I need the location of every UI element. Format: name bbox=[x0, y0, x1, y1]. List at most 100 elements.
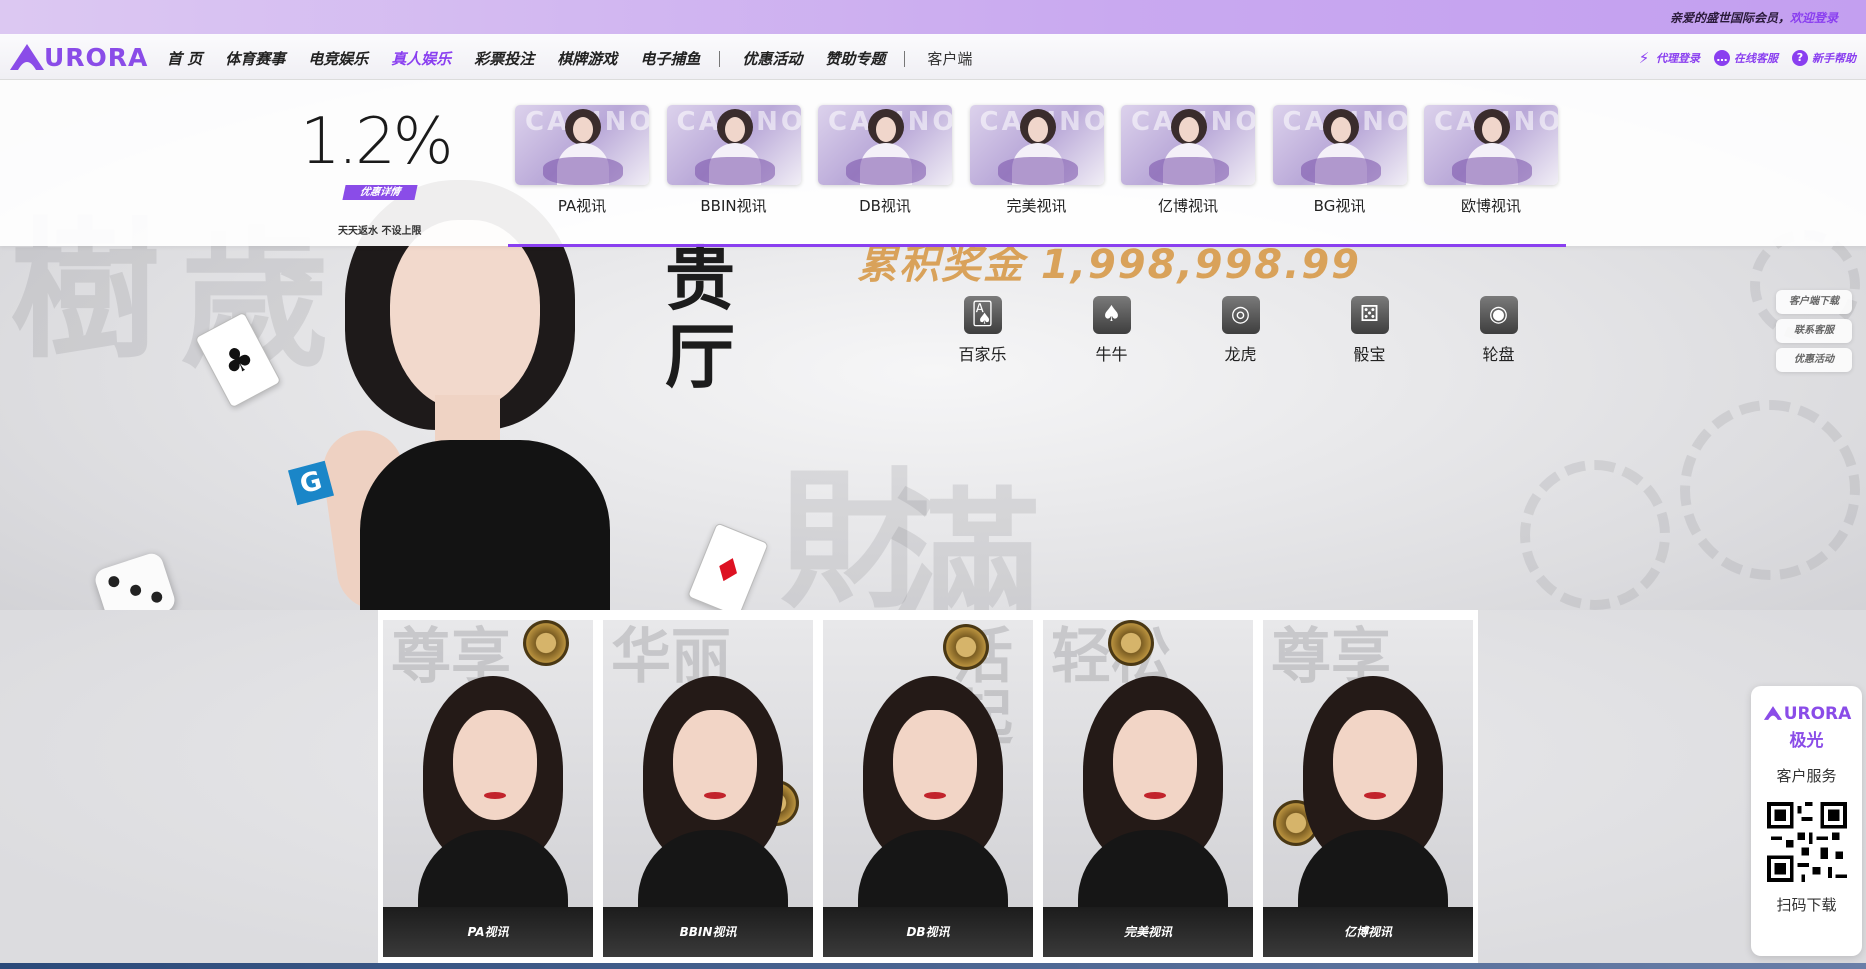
provider-wanmei[interactable]: CASINO 完美视讯 bbox=[969, 105, 1104, 216]
chat-icon: … bbox=[1714, 50, 1730, 66]
dropdown-underline bbox=[508, 244, 1566, 247]
tile-pa[interactable]: 尊享 PA视讯 bbox=[383, 620, 593, 957]
aurora-logo-icon bbox=[1763, 706, 1782, 720]
gold-chip-image bbox=[523, 620, 569, 666]
nav-item-lottery[interactable]: 彩票投注 bbox=[474, 48, 534, 69]
agent-login-link[interactable]: ⚡ 代理登录 bbox=[1636, 50, 1700, 66]
playing-card-diamond: ♦ bbox=[687, 522, 769, 610]
service-brand-text: URORA bbox=[1783, 704, 1852, 724]
service-brand-cn: 极光 bbox=[1789, 731, 1824, 751]
aurora-logo-icon bbox=[10, 44, 44, 70]
agent-login-label: 代理登录 bbox=[1656, 52, 1700, 65]
contact-support-button[interactable]: 联系客服 bbox=[1776, 319, 1852, 343]
welcome-prefix: 亲爱的盛世国际会员， bbox=[1669, 11, 1790, 25]
online-support-link[interactable]: … 在线客服 bbox=[1714, 50, 1778, 66]
rebate-percent: 1.2% bbox=[300, 105, 454, 179]
gold-chip-image bbox=[1108, 620, 1154, 666]
provider-thumbnail: CASINO bbox=[1272, 105, 1407, 185]
spade-icon: ♠ bbox=[1092, 296, 1131, 334]
provider-bg[interactable]: CASINO BG视讯 bbox=[1272, 105, 1407, 216]
hero-tagline-char: 贵 bbox=[665, 237, 735, 320]
roulette-icon: ◉ bbox=[1479, 296, 1518, 334]
nav-right-links: ⚡ 代理登录 … 在线客服 ? 新手帮助 bbox=[1622, 50, 1856, 66]
provider-thumbnail: CASINO bbox=[515, 105, 649, 185]
tile-db[interactable]: 活起 DB视讯 bbox=[823, 620, 1033, 957]
provider-label: 亿博视讯 bbox=[1157, 197, 1218, 215]
provider-thumbnail: CASINO bbox=[969, 105, 1104, 185]
nav-item-promotions[interactable]: 优惠活动 bbox=[742, 48, 802, 69]
game-label: 轮盘 bbox=[1482, 345, 1515, 364]
game-niuniu[interactable]: ♠ 牛牛 bbox=[1047, 296, 1176, 365]
provider-list: CASINO PA视讯 CASINO BBIN视讯 CASINO DB视讯 CA… bbox=[515, 105, 1576, 216]
nav-item-live-casino[interactable]: 真人娱乐 bbox=[391, 48, 451, 69]
provider-label: 完美视讯 bbox=[1006, 197, 1067, 215]
game-label: 百家乐 bbox=[958, 345, 1007, 364]
nav-item-home[interactable]: 首 页 bbox=[167, 48, 202, 69]
rebate-promo: 1.2% 优惠详情 天天返水 不设上限 bbox=[300, 105, 470, 237]
gold-chip-image bbox=[943, 624, 989, 670]
tile-label: 完美视讯 bbox=[1043, 907, 1253, 957]
welcome-text: 亲爱的盛世国际会员，欢迎登录 bbox=[1670, 9, 1838, 26]
nav-item-fishing[interactable]: 电子捕鱼 bbox=[640, 48, 700, 69]
nav-item-client[interactable]: 客户端 bbox=[927, 48, 972, 69]
logo-text: URORA bbox=[44, 42, 149, 72]
live-casino-dropdown: 1.2% 优惠详情 天天返水 不设上限 CASINO PA视讯 CASINO B… bbox=[0, 80, 1866, 246]
hero-tagline: 贵 厅 bbox=[665, 240, 735, 396]
game-roulette[interactable]: ◉ 轮盘 bbox=[1434, 296, 1563, 365]
background-chip bbox=[1520, 460, 1670, 610]
provider-label: PA视讯 bbox=[557, 197, 607, 215]
background-calligraphy: 滿 bbox=[890, 473, 1041, 610]
login-link[interactable]: 欢迎登录 bbox=[1790, 11, 1838, 25]
provider-pa[interactable]: CASINO PA视讯 bbox=[515, 105, 649, 216]
provider-tiles: 尊享 PA视讯 华丽 BBIN视讯 活起 DB视讯 轻松 完美视讯 尊享 亿博视… bbox=[383, 620, 1483, 957]
provider-db[interactable]: CASINO DB视讯 bbox=[818, 105, 952, 216]
nav-divider bbox=[904, 50, 906, 67]
help-label: 新手帮助 bbox=[1812, 52, 1856, 65]
provider-bbin[interactable]: CASINO BBIN视讯 bbox=[666, 105, 801, 216]
tile-label: BBIN视讯 bbox=[603, 907, 813, 957]
promo-details-button[interactable]: 优惠详情 bbox=[342, 185, 418, 200]
tile-yibo[interactable]: 尊享 亿博视讯 bbox=[1263, 620, 1473, 957]
game-label: 牛牛 bbox=[1095, 345, 1128, 364]
dice-image bbox=[92, 550, 178, 610]
game-label: 骰宝 bbox=[1353, 345, 1386, 364]
customer-service-widget[interactable]: URORA 极光 客户服务 扫码下载 bbox=[1751, 686, 1862, 956]
cards-icon: 🂡 bbox=[963, 296, 1002, 334]
provider-label: 欧博视讯 bbox=[1460, 197, 1521, 215]
game-baccarat[interactable]: 🂡 百家乐 bbox=[918, 296, 1047, 365]
rebate-description: 天天返水 不设上限 bbox=[338, 226, 422, 237]
provider-thumbnail: CASINO bbox=[1121, 105, 1255, 185]
main-nav: 首 页 体育赛事 电竞娱乐 真人娱乐 彩票投注 棋牌游戏 电子捕鱼 优惠活动 赞… bbox=[167, 48, 995, 69]
nav-item-esports[interactable]: 电竞娱乐 bbox=[308, 48, 368, 69]
nav-item-sports[interactable]: 体育赛事 bbox=[225, 48, 285, 69]
game-sicbo[interactable]: ⚄ 骰宝 bbox=[1305, 296, 1434, 365]
provider-thumbnail: CASINO bbox=[818, 105, 952, 185]
promotions-button[interactable]: 优惠活动 bbox=[1776, 348, 1852, 372]
client-download-button[interactable]: 客户端下载 bbox=[1776, 290, 1852, 314]
provider-thumbnail: CASINO bbox=[666, 105, 801, 185]
provider-label: BG视讯 bbox=[1313, 197, 1366, 215]
scan-download-label: 扫码下载 bbox=[1776, 896, 1837, 914]
live-games-list: 🂡 百家乐 ♠ 牛牛 ◎ 龙虎 ⚄ 骰宝 ◉ 轮盘 bbox=[918, 296, 1563, 365]
dice-icon: ⚄ bbox=[1350, 296, 1389, 334]
provider-yibo[interactable]: CASINO 亿博视讯 bbox=[1121, 105, 1255, 216]
help-link[interactable]: ? 新手帮助 bbox=[1792, 50, 1856, 66]
hero-tagline-char: 厅 bbox=[665, 315, 735, 398]
help-icon: ? bbox=[1792, 50, 1808, 66]
dragon-icon: ◎ bbox=[1221, 296, 1260, 334]
provider-allbet[interactable]: CASINO 欧博视讯 bbox=[1424, 105, 1558, 216]
nav-item-sponsorship[interactable]: 赞助专题 bbox=[825, 48, 885, 69]
tile-bbin[interactable]: 华丽 BBIN视讯 bbox=[603, 620, 813, 957]
game-label: 龙虎 bbox=[1224, 345, 1257, 364]
tile-label: 亿博视讯 bbox=[1263, 907, 1473, 957]
game-dragon-tiger[interactable]: ◎ 龙虎 bbox=[1176, 296, 1305, 365]
top-welcome-strip: 亲爱的盛世国际会员，欢迎登录 bbox=[0, 0, 1866, 34]
tile-wanmei[interactable]: 轻松 完美视讯 bbox=[1043, 620, 1253, 957]
bolt-icon: ⚡ bbox=[1638, 49, 1650, 67]
taskbar-edge bbox=[0, 963, 1866, 969]
nav-item-chess-games[interactable]: 棋牌游戏 bbox=[557, 48, 617, 69]
main-navbar: URORA 首 页 体育赛事 电竞娱乐 真人娱乐 彩票投注 棋牌游戏 电子捕鱼 … bbox=[0, 34, 1866, 80]
qr-code-icon[interactable] bbox=[1766, 802, 1847, 882]
site-logo[interactable]: URORA bbox=[8, 42, 148, 72]
service-title: 客户服务 bbox=[1776, 767, 1837, 785]
